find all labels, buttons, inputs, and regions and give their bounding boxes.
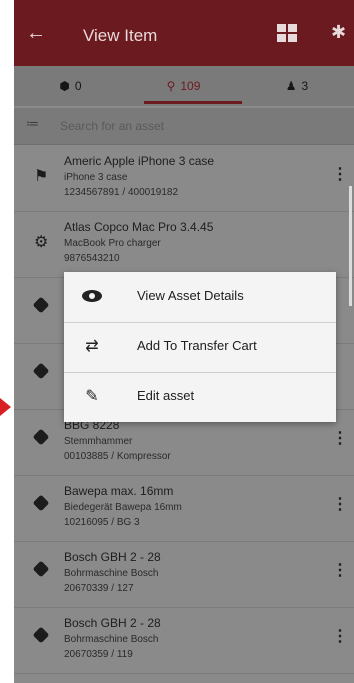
tab-people[interactable]: ♟ 3 (240, 66, 354, 106)
item-code: 1234567891 / 400019182 (64, 187, 179, 198)
tab-count: 109 (180, 79, 201, 93)
item-title: Bosch GBH 2 - 28 (64, 550, 161, 564)
phone-screen: ← View Item ✱ ⬢ 0 ⚲ 109 ♟ 3 ≔ ⚑ Americ A… (14, 0, 354, 683)
cube-icon (32, 428, 50, 449)
tab-count: 0 (74, 79, 82, 93)
active-tab-indicator (144, 101, 242, 104)
eye-icon (80, 286, 104, 306)
more-vert-icon[interactable]: ⋮ (332, 494, 348, 514)
more-vert-icon[interactable]: ⋮ (332, 164, 348, 184)
cube-icon: ⬢ (59, 79, 70, 93)
item-title: Americ Apple iPhone 3 case (64, 154, 215, 168)
cube-icon (32, 560, 50, 581)
app-bar: ← View Item ✱ (14, 0, 354, 66)
item-subtitle: MacBook Pro charger (64, 238, 161, 249)
grid-view-icon[interactable] (277, 24, 297, 42)
page-title: View Item (83, 26, 158, 45)
people-icon: ♟ (285, 79, 297, 93)
menu-item-view-details[interactable]: View Asset Details (64, 272, 336, 323)
search-input[interactable] (58, 114, 332, 138)
scrollbar[interactable] (349, 186, 352, 306)
bluetooth-icon[interactable]: ✱ (331, 22, 346, 43)
tab-assets[interactable]: ⬢ 0 (14, 66, 127, 106)
item-code: 20670339 / 127 (64, 583, 134, 594)
item-subtitle: iPhone 3 case (64, 172, 128, 183)
item-title: Bosch GBH 2 - 28 (64, 616, 161, 630)
list-item[interactable]: Bosch GBH 2 - 28 Bohrmaschine Bosch 2067… (14, 608, 354, 674)
item-subtitle: Biedegerät Bawepa 16mm (64, 502, 182, 513)
menu-item-label: Edit asset (137, 388, 195, 403)
barcode-scan-icon[interactable]: ≔ (26, 116, 39, 132)
cube-icon (32, 626, 50, 647)
list-item[interactable]: Bosch GBH 2 - 28 Bohrmaschine Bosch 2067… (14, 542, 354, 608)
location-pin-icon: ⚲ (166, 79, 176, 93)
item-code: 9876543210 (64, 253, 120, 264)
pin-icon: ⚑ (34, 168, 49, 185)
cube-icon (32, 494, 50, 515)
menu-item-label: View Asset Details (137, 288, 244, 303)
tab-bar: ⬢ 0 ⚲ 109 ♟ 3 (14, 66, 354, 106)
cube-icon (32, 362, 50, 383)
list-item[interactable]: Bawepa max. 16mm Biedegerät Bawepa 16mm … (14, 476, 354, 542)
transfer-icon: ⇄ (85, 338, 99, 355)
menu-item-edit-asset[interactable]: ✎ Edit asset (64, 372, 336, 422)
tab-location[interactable]: ⚲ 109 (127, 66, 240, 106)
list-item[interactable]: ⚑ Americ Apple iPhone 3 case iPhone 3 ca… (14, 146, 354, 212)
tab-count: 3 (301, 79, 309, 93)
pointer-arrow-icon (0, 398, 11, 416)
item-code: 10216095 / BG 3 (64, 517, 140, 528)
list-item[interactable]: ⚙ Atlas Copco Mac Pro 3.4.45 MacBook Pro… (14, 212, 354, 278)
gears-icon: ⚙ (34, 234, 49, 251)
item-code: 20670359 / 119 (64, 649, 133, 660)
item-title: Atlas Copco Mac Pro 3.4.45 (64, 220, 214, 234)
item-code: 00103885 / Kompressor (64, 451, 171, 462)
item-title: Bawepa max. 16mm (64, 484, 174, 498)
more-vert-icon[interactable]: ⋮ (332, 560, 348, 580)
item-subtitle: Bohrmaschine Bosch (64, 634, 159, 645)
more-vert-icon[interactable]: ⋮ (332, 428, 348, 448)
menu-item-add-to-cart[interactable]: ⇄ Add To Transfer Cart (64, 322, 336, 373)
more-vert-icon[interactable]: ⋮ (332, 626, 348, 646)
cube-icon (32, 296, 50, 317)
item-subtitle: Stemmhammer (64, 436, 133, 447)
pencil-icon: ✎ (85, 388, 99, 405)
item-subtitle: Bohrmaschine Bosch (64, 568, 159, 579)
context-menu: View Asset Details ⇄ Add To Transfer Car… (64, 272, 336, 422)
menu-item-label: Add To Transfer Cart (137, 338, 257, 353)
arrow-left-icon[interactable]: ← (26, 22, 46, 45)
search-bar: ≔ (14, 108, 354, 145)
